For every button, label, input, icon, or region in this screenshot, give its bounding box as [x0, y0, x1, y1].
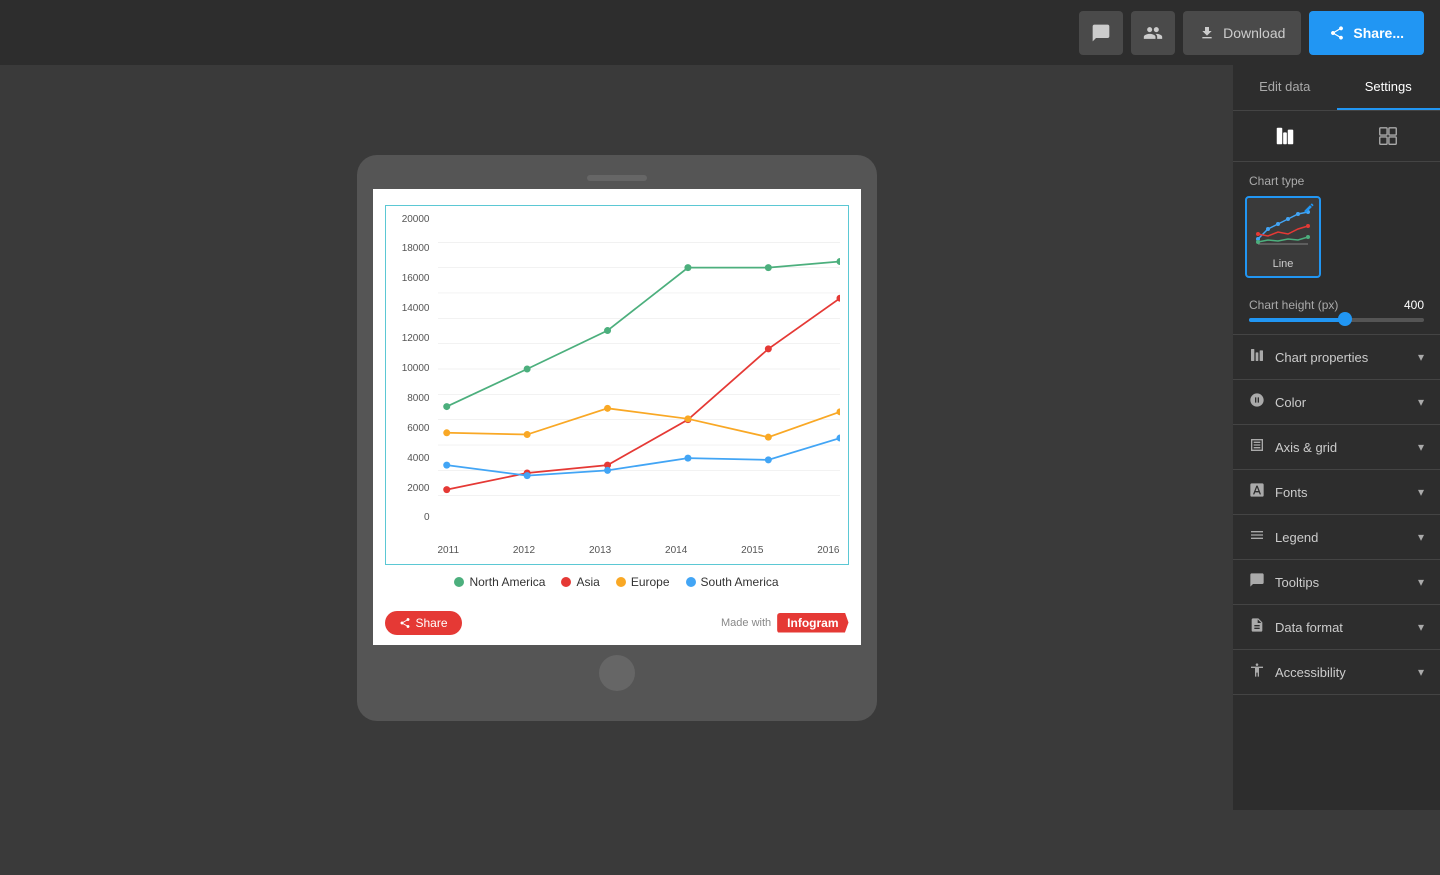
settings-sidebar: Edit data Settings Chart type	[1233, 65, 1440, 810]
tab-settings[interactable]: Settings	[1337, 65, 1440, 110]
download-button[interactable]: Download	[1183, 11, 1301, 55]
chart-area: 20000 18000 16000 14000 12000 10000 8000…	[385, 205, 849, 565]
axis-grid-icon	[1249, 437, 1265, 457]
accordion-chevron-axis: ▾	[1418, 440, 1424, 454]
accordion-axis-grid[interactable]: Axis & grid ▾	[1233, 425, 1440, 470]
chart-type-line[interactable]: Line	[1245, 196, 1321, 278]
chart-container: 20000 18000 16000 14000 12000 10000 8000…	[373, 189, 861, 603]
accordion-chart-properties[interactable]: Chart properties ▾	[1233, 335, 1440, 380]
canvas-area: 20000 18000 16000 14000 12000 10000 8000…	[0, 65, 1233, 810]
sidebar-tabs: Edit data Settings	[1233, 65, 1440, 111]
accordion-chevron-accessibility: ▾	[1418, 665, 1424, 679]
height-slider-track[interactable]	[1249, 318, 1424, 322]
data-format-icon	[1249, 617, 1265, 637]
toolbar: Download Share...	[0, 0, 1440, 65]
share-button[interactable]: Share...	[1309, 11, 1424, 55]
accordion-accessibility[interactable]: Accessibility ▾	[1233, 650, 1440, 695]
legend-dot-north-america	[454, 577, 464, 587]
color-icon	[1249, 392, 1265, 412]
accordion-tooltips[interactable]: Tooltips ▾	[1233, 560, 1440, 605]
chart-properties-icon	[1249, 347, 1265, 367]
tablet-screen: 20000 18000 16000 14000 12000 10000 8000…	[373, 189, 861, 645]
accordion-chevron-color: ▾	[1418, 395, 1424, 409]
chart-type-name: Line	[1253, 258, 1313, 270]
chart-type-grid: Line	[1233, 196, 1440, 290]
legend-item-south-america: South America	[686, 575, 779, 589]
height-slider-fill	[1249, 318, 1345, 322]
legend-dot-europe	[616, 577, 626, 587]
chart-type-label: Chart type	[1233, 162, 1440, 196]
chart-footer: Share Made with Infogram	[373, 603, 861, 645]
accordion-chevron: ▾	[1418, 350, 1424, 364]
accordion-data-format[interactable]: Data format ▾	[1233, 605, 1440, 650]
accordion-color[interactable]: Color ▾	[1233, 380, 1440, 425]
accessibility-icon	[1249, 662, 1265, 682]
fonts-icon	[1249, 482, 1265, 502]
tablet-home-button	[599, 655, 635, 691]
chart-legend: North America Asia Europe South America	[385, 565, 849, 595]
tablet-top-bar	[373, 175, 861, 181]
legend-dot-asia	[561, 577, 571, 587]
legend-dot-south-america	[686, 577, 696, 587]
icon-tab-chart[interactable]	[1233, 119, 1337, 153]
chart-share-button[interactable]: Share	[385, 611, 462, 635]
chart-height-section: Chart height (px) 400	[1233, 290, 1440, 335]
tab-edit-data[interactable]: Edit data	[1233, 65, 1337, 110]
legend-item-north-america: North America	[454, 575, 545, 589]
chart-height-label-row: Chart height (px) 400	[1249, 298, 1424, 312]
comment-button[interactable]	[1079, 11, 1123, 55]
legend-item-europe: Europe	[616, 575, 670, 589]
y-axis-labels: 20000 18000 16000 14000 12000 10000 8000…	[386, 214, 434, 524]
people-button[interactable]	[1131, 11, 1175, 55]
tooltips-icon	[1249, 572, 1265, 592]
icon-tab-layout[interactable]	[1337, 119, 1440, 153]
tablet-notch	[587, 175, 647, 181]
legend-icon	[1249, 527, 1265, 547]
accordion-chevron-fonts: ▾	[1418, 485, 1424, 499]
accordion-chevron-tooltips: ▾	[1418, 575, 1424, 589]
accordion-fonts[interactable]: Fonts ▾	[1233, 470, 1440, 515]
legend-item-asia: Asia	[561, 575, 599, 589]
height-slider-thumb[interactable]	[1338, 312, 1352, 326]
accordion-chevron-data-format: ▾	[1418, 620, 1424, 634]
edit-chart-type-icon[interactable]	[1303, 202, 1315, 217]
infogram-badge: Infogram	[777, 613, 848, 633]
icon-tabs	[1233, 111, 1440, 162]
accordion-legend[interactable]: Legend ▾	[1233, 515, 1440, 560]
x-axis-labels: 2011 2012 2013 2014 2015 2016	[438, 545, 840, 556]
chart-height-value: 400	[1404, 298, 1424, 312]
accordion-chevron-legend: ▾	[1418, 530, 1424, 544]
tablet-frame: 20000 18000 16000 14000 12000 10000 8000…	[357, 155, 877, 721]
line-chart-svg	[438, 214, 840, 524]
made-with-branding: Made with Infogram	[721, 613, 848, 633]
